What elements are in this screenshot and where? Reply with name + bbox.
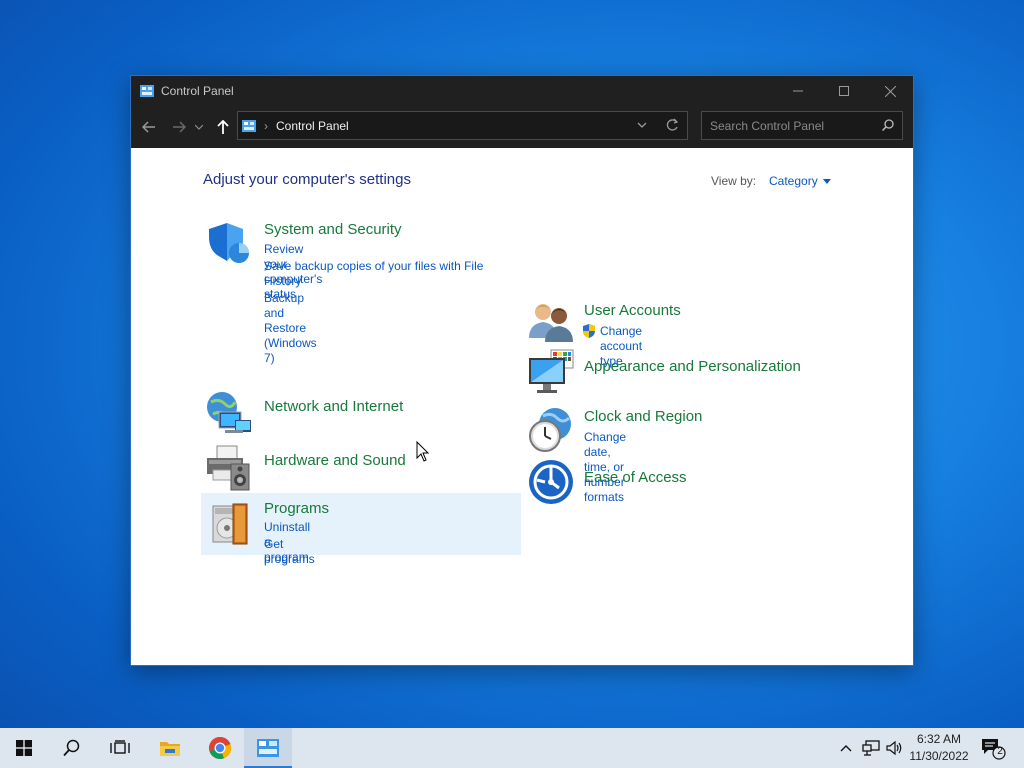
- link-change-date-time[interactable]: Change date, time, or number formats: [584, 430, 626, 505]
- forward-button[interactable]: [167, 115, 191, 139]
- category-title[interactable]: Network and Internet: [264, 398, 403, 415]
- chrome-icon: [209, 736, 232, 760]
- monitor-palette-icon[interactable]: [527, 348, 575, 396]
- action-center-button[interactable]: 2: [978, 728, 1008, 768]
- caret-down-icon: [822, 178, 831, 184]
- view-by-label: View by:: [711, 174, 757, 188]
- category-title[interactable]: Clock and Region: [584, 408, 702, 425]
- link-backup-restore[interactable]: Backup and Restore (Windows 7): [264, 291, 317, 366]
- network-status-button[interactable]: [860, 728, 882, 768]
- page-title: Adjust your computer's settings: [203, 171, 411, 188]
- view-by-dropdown[interactable]: Category: [769, 174, 831, 188]
- ease-of-access-icon[interactable]: [527, 458, 575, 506]
- clock-globe-icon[interactable]: [527, 406, 575, 454]
- start-button[interactable]: [0, 728, 48, 768]
- chevron-up-icon: [840, 745, 852, 752]
- printer-speaker-icon[interactable]: [205, 444, 253, 492]
- back-button[interactable]: [137, 115, 161, 139]
- clock-time: 6:32 AM: [916, 732, 962, 746]
- control-panel-window: Control Panel › Control Panel Search Con…: [130, 75, 914, 666]
- programs-disc-icon[interactable]: [211, 500, 259, 548]
- search-icon[interactable]: [882, 119, 894, 131]
- shield-icon[interactable]: [205, 221, 253, 269]
- control-panel-icon: [242, 119, 256, 132]
- users-icon[interactable]: [527, 298, 575, 346]
- category-title[interactable]: Programs: [264, 500, 329, 517]
- arrow-up-icon: [217, 120, 229, 134]
- minimize-button[interactable]: [775, 76, 821, 106]
- view-by-value: Category: [769, 174, 818, 188]
- network-globe-icon[interactable]: [205, 390, 253, 438]
- minimize-icon: [793, 90, 803, 92]
- taskbar-search-button[interactable]: [48, 728, 96, 768]
- clock-date: 11/30/2022: [909, 749, 969, 763]
- refresh-icon[interactable]: [665, 118, 679, 132]
- breadcrumb-control-panel[interactable]: Control Panel: [276, 119, 349, 133]
- control-panel-taskbar-button[interactable]: [244, 728, 292, 768]
- link-get-programs[interactable]: Get programs: [264, 537, 315, 567]
- task-view-icon: [110, 740, 130, 754]
- task-view-button[interactable]: [96, 728, 144, 768]
- notification-count: 2: [997, 746, 1003, 757]
- uac-shield-icon: [583, 324, 595, 338]
- recent-locations-button[interactable]: [191, 115, 207, 139]
- chevron-down-icon[interactable]: [637, 119, 647, 131]
- navigation-bar: › Control Panel: [131, 106, 913, 148]
- chevron-down-icon: [195, 124, 203, 130]
- mouse-cursor-icon: [416, 441, 430, 462]
- control-panel-icon: [140, 85, 154, 97]
- category-title[interactable]: Appearance and Personalization: [584, 358, 801, 375]
- show-hidden-icons-button[interactable]: [836, 728, 856, 768]
- control-panel-icon: [257, 739, 279, 757]
- network-wired-icon: [862, 740, 880, 756]
- taskbar: 6:32 AM 11/30/2022 2: [0, 728, 1024, 768]
- window-title: Control Panel: [161, 84, 234, 98]
- arrow-left-icon: [142, 121, 155, 133]
- close-icon: [884, 85, 896, 97]
- search-input[interactable]: [710, 118, 870, 133]
- up-button[interactable]: [211, 115, 235, 139]
- breadcrumb-separator-icon: ›: [264, 118, 268, 133]
- maximize-button[interactable]: [821, 76, 867, 106]
- file-explorer-button[interactable]: [146, 728, 194, 768]
- file-explorer-icon: [160, 742, 180, 756]
- category-title[interactable]: User Accounts: [584, 302, 681, 319]
- search-box[interactable]: [701, 111, 903, 140]
- maximize-icon: [839, 86, 849, 96]
- title-bar[interactable]: Control Panel: [131, 76, 913, 106]
- address-bar[interactable]: › Control Panel: [237, 111, 688, 140]
- arrow-right-icon: [173, 121, 186, 133]
- category-title[interactable]: Hardware and Sound: [264, 452, 406, 469]
- windows-logo-icon: [16, 740, 32, 756]
- search-icon: [63, 739, 80, 757]
- link-file-history[interactable]: Save backup copies of your files with Fi…: [264, 259, 494, 289]
- category-title[interactable]: Ease of Access: [584, 469, 687, 486]
- taskbar-clock[interactable]: 6:32 AM 11/30/2022: [902, 731, 976, 765]
- close-button[interactable]: [867, 76, 913, 106]
- content-area: Adjust your computer's settings View by:…: [131, 148, 913, 665]
- chrome-button[interactable]: [196, 728, 244, 768]
- category-title[interactable]: System and Security: [264, 221, 402, 238]
